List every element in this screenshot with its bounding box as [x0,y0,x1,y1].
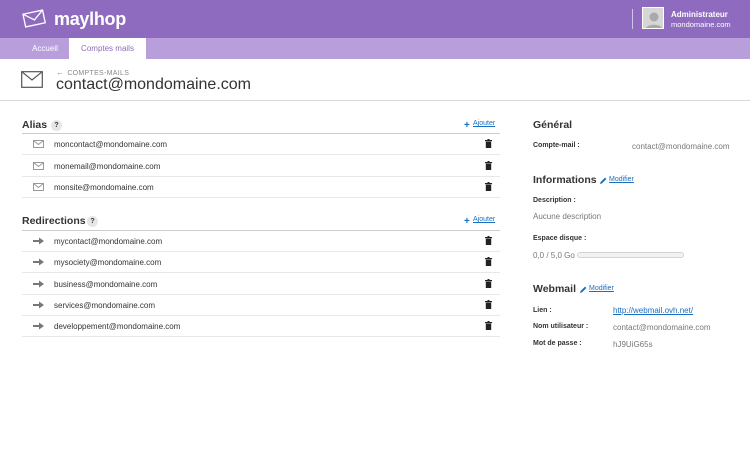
arrow-right-icon [33,237,44,245]
alias-address: moncontact@mondomaine.com [54,140,168,149]
nav-bar: Accueil Comptes mails [0,38,750,59]
user-silhouette-icon [643,8,663,28]
arrow-right-icon [33,322,44,330]
disk-space-progress-bar [577,252,684,258]
password-label: Mot de passe : [533,340,582,347]
disk-space-label: Espace disque : [533,235,587,242]
user-domain: mondomaine.com [671,20,731,29]
redirections-title: Redirections [22,215,86,227]
redirection-address: business@mondomaine.com [54,280,158,289]
envelope-icon [21,71,43,88]
redirection-address: mycontact@mondomaine.com [54,237,163,246]
alias-row: monemail@mondomaine.com [22,156,500,177]
tab-mail-accounts[interactable]: Comptes mails [69,38,146,59]
alias-help-icon[interactable]: ? [51,120,62,131]
delete-trash-icon[interactable] [485,257,492,266]
top-bar: maylhop Administrateur mondomaine.com [0,0,750,38]
delete-trash-icon[interactable] [485,279,492,288]
username-label: Nom utilisateur : [533,323,589,330]
alias-address: monsite@mondomaine.com [54,183,154,192]
redirection-row: business@mondomaine.com [22,274,500,295]
delete-trash-icon[interactable] [485,161,492,170]
alias-title: Alias [22,119,48,131]
webmail-link[interactable]: http://webmail.ovh.net/ [613,306,693,315]
webmail-title: Webmail [533,283,576,295]
redirection-address: developpement@mondomaine.com [54,322,181,331]
app-logo-text[interactable]: maylhop [54,9,126,30]
webmail-edit-link[interactable]: Modifier [589,285,614,292]
alias-row: moncontact@mondomaine.com [22,134,500,155]
alias-mail-icon [33,183,44,191]
password-value: hJ9UiG65s [613,340,653,349]
description-label: Description : [533,197,576,204]
redirections-add-plus-icon[interactable]: + [464,217,470,227]
arrow-right-icon [33,280,44,288]
alias-mail-icon [33,140,44,148]
redirection-row: services@mondomaine.com [22,295,500,316]
delete-trash-icon[interactable] [485,182,492,191]
informations-edit-link[interactable]: Modifier [609,176,634,183]
general-title: Général [533,119,573,131]
page-header: ← COMPTES-MAILS contact@mondomaine.com [0,59,750,101]
alias-add-plus-icon[interactable]: + [464,121,470,131]
arrow-right-icon [33,258,44,266]
delete-trash-icon[interactable] [485,300,492,309]
user-name[interactable]: Administrateur [671,10,728,19]
alias-add-link[interactable]: Ajouter [473,120,495,127]
pencil-edit-icon[interactable] [600,177,607,184]
redirection-address: services@mondomaine.com [54,301,156,310]
arrow-right-icon [33,301,44,309]
tab-home[interactable]: Accueil [22,38,68,59]
username-value: contact@mondomaine.com [613,323,711,332]
redirection-row: mysociety@mondomaine.com [22,252,500,273]
redirections-add-link[interactable]: Ajouter [473,216,495,223]
redirections-help-icon[interactable]: ? [87,216,98,227]
informations-title: Informations [533,174,597,186]
redirection-address: mysociety@mondomaine.com [54,258,162,267]
account-label: Compte-mail : [533,142,580,149]
alias-mail-icon [33,162,44,170]
redirection-row: mycontact@mondomaine.com [22,231,500,252]
delete-trash-icon[interactable] [485,321,492,330]
redirection-row: developpement@mondomaine.com [22,316,500,337]
alias-address: monemail@mondomaine.com [54,162,161,171]
webmail-link-label: Lien : [533,307,552,314]
user-avatar[interactable] [642,7,664,29]
description-value: Aucune description [533,212,602,221]
header-divider [632,9,633,29]
pencil-edit-icon[interactable] [580,286,587,293]
delete-trash-icon[interactable] [485,139,492,148]
delete-trash-icon[interactable] [485,236,492,245]
alias-row: monsite@mondomaine.com [22,177,500,198]
page-title: contact@mondomaine.com [56,76,251,93]
envelope-logo-icon[interactable] [22,8,46,28]
disk-space-value: 0,0 / 5,0 Go [533,251,575,260]
account-value: contact@mondomaine.com [632,142,730,151]
